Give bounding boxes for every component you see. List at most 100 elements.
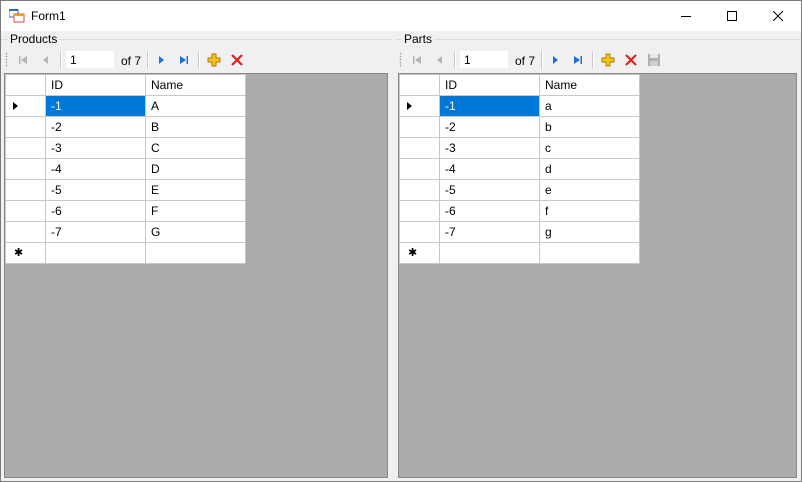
row-header[interactable] [5, 158, 46, 180]
add-new-button[interactable] [598, 50, 618, 70]
id-cell[interactable]: -1 [45, 95, 146, 117]
position-textbox[interactable]: 1 [460, 51, 508, 68]
name-cell[interactable]: B [145, 116, 246, 138]
id-cell[interactable]: -7 [45, 221, 146, 243]
row-header[interactable] [5, 116, 46, 138]
name-cell[interactable] [539, 242, 640, 264]
title-bar[interactable]: Form1 [1, 1, 801, 31]
minimize-button[interactable] [663, 1, 709, 31]
name-cell[interactable] [145, 242, 246, 264]
name-cell[interactable]: d [539, 158, 640, 180]
move-next-button[interactable] [545, 50, 565, 70]
table-row[interactable]: -6 f [399, 200, 640, 222]
top-left-header-cell[interactable] [399, 74, 440, 96]
id-cell[interactable]: -4 [45, 158, 146, 180]
name-cell[interactable]: c [539, 137, 640, 159]
row-header[interactable] [5, 200, 46, 222]
id-cell[interactable]: -3 [45, 137, 146, 159]
table-row[interactable]: -1 A [5, 95, 246, 117]
top-left-header-cell[interactable] [5, 74, 46, 96]
id-cell[interactable]: -2 [439, 116, 540, 138]
id-cell[interactable]: -1 [439, 95, 540, 117]
parts-data-grid[interactable]: ID Name -1 a -2 b -3 c -4 d -5 e -6 f -7… [398, 73, 797, 478]
maximize-button[interactable] [709, 1, 755, 31]
table-row[interactable]: -3 c [399, 137, 640, 159]
table-row[interactable]: -4 D [5, 158, 246, 180]
move-first-button[interactable] [13, 50, 33, 70]
id-cell[interactable]: -6 [45, 200, 146, 222]
current-row-arrow-icon [407, 102, 412, 110]
row-header[interactable] [399, 179, 440, 201]
new-row[interactable]: ✱ [5, 242, 246, 264]
move-next-button[interactable] [151, 50, 171, 70]
table-row[interactable]: -5 E [5, 179, 246, 201]
count-label: of 7 [515, 54, 536, 68]
row-header[interactable] [399, 95, 440, 117]
move-last-button[interactable] [568, 50, 588, 70]
position-textbox[interactable]: 1 [66, 51, 114, 68]
row-header[interactable] [399, 137, 440, 159]
parts-table: ID Name -1 a -2 b -3 c -4 d -5 e -6 f -7… [399, 74, 640, 264]
toolbar-grip[interactable] [399, 52, 402, 68]
table-row[interactable]: -4 d [399, 158, 640, 180]
row-header[interactable] [399, 221, 440, 243]
move-previous-button[interactable] [36, 50, 56, 70]
products-data-grid[interactable]: ID Name -1 A -2 B -3 C -4 D -5 E -6 F -7… [4, 73, 388, 478]
table-row[interactable]: -2 b [399, 116, 640, 138]
table-row[interactable]: -7 G [5, 221, 246, 243]
name-cell[interactable]: a [539, 95, 640, 117]
move-last-button[interactable] [174, 50, 194, 70]
table-row[interactable]: -6 F [5, 200, 246, 222]
products-binding-navigator: 1 of 7 [4, 48, 388, 72]
table-row[interactable]: -5 e [399, 179, 640, 201]
table-row[interactable]: -7 g [399, 221, 640, 243]
name-cell[interactable]: E [145, 179, 246, 201]
row-header[interactable] [399, 116, 440, 138]
maximize-icon [727, 11, 737, 21]
id-cell[interactable]: -3 [439, 137, 540, 159]
row-header[interactable] [5, 95, 46, 117]
name-cell[interactable]: f [539, 200, 640, 222]
column-header-id[interactable]: ID [439, 74, 540, 96]
name-cell[interactable]: C [145, 137, 246, 159]
column-header-name[interactable]: Name [539, 74, 640, 96]
name-cell[interactable]: D [145, 158, 246, 180]
column-header-id[interactable]: ID [45, 74, 146, 96]
move-first-button[interactable] [407, 50, 427, 70]
id-cell[interactable]: -7 [439, 221, 540, 243]
row-header[interactable] [5, 221, 46, 243]
row-header[interactable] [5, 179, 46, 201]
id-cell[interactable] [439, 242, 540, 264]
row-header[interactable]: ✱ [5, 242, 46, 264]
toolbar-separator [541, 51, 543, 69]
table-row[interactable]: -1 a [399, 95, 640, 117]
name-cell[interactable]: A [145, 95, 246, 117]
row-header[interactable] [5, 137, 46, 159]
new-row[interactable]: ✱ [399, 242, 640, 264]
table-row[interactable]: -2 B [5, 116, 246, 138]
delete-button[interactable] [227, 50, 247, 70]
column-header-name[interactable]: Name [145, 74, 246, 96]
id-cell[interactable]: -5 [45, 179, 146, 201]
toolbar-separator [198, 51, 200, 69]
add-new-button[interactable] [204, 50, 224, 70]
name-cell[interactable]: G [145, 221, 246, 243]
row-header[interactable]: ✱ [399, 242, 440, 264]
id-cell[interactable] [45, 242, 146, 264]
table-row[interactable]: -3 C [5, 137, 246, 159]
id-cell[interactable]: -6 [439, 200, 540, 222]
name-cell[interactable]: F [145, 200, 246, 222]
delete-button[interactable] [621, 50, 641, 70]
name-cell[interactable]: b [539, 116, 640, 138]
move-previous-button[interactable] [430, 50, 450, 70]
toolbar-grip[interactable] [5, 52, 8, 68]
id-cell[interactable]: -4 [439, 158, 540, 180]
close-button[interactable] [755, 1, 801, 31]
save-button[interactable] [644, 50, 664, 70]
row-header[interactable] [399, 200, 440, 222]
name-cell[interactable]: e [539, 179, 640, 201]
name-cell[interactable]: g [539, 221, 640, 243]
id-cell[interactable]: -5 [439, 179, 540, 201]
row-header[interactable] [399, 158, 440, 180]
id-cell[interactable]: -2 [45, 116, 146, 138]
